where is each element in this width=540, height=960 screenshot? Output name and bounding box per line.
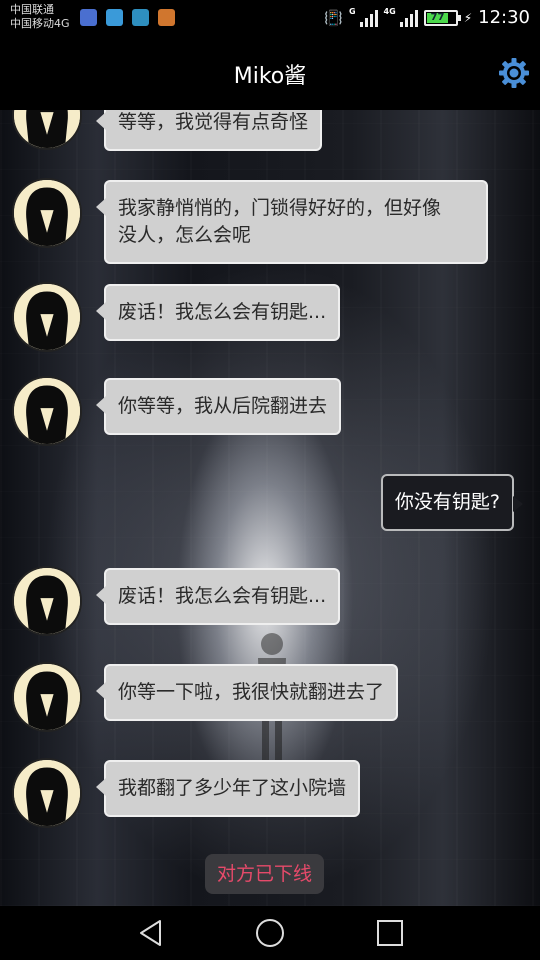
gear-icon: [499, 58, 529, 88]
title-bar: Miko酱: [0, 36, 540, 110]
message-bubble[interactable]: 废话！我怎么会有钥匙...: [95, 568, 341, 625]
battery-icon: 77: [423, 9, 461, 26]
carrier-1: 中国联通: [10, 3, 54, 16]
message-bubble[interactable]: 等等，我觉得有点奇怪: [95, 110, 323, 151]
message-bubble[interactable]: 你等一下啦，我很快就翻进去了: [95, 664, 399, 721]
back-triangle-icon[interactable]: [136, 918, 166, 948]
message-bubble[interactable]: 你等等，我从后院翻进去: [95, 378, 342, 435]
status-bar: 中国联通 中国移动4G 📳 G 4G 77 ⚡ 12:30: [0, 0, 540, 36]
battery-level: 77: [426, 12, 449, 23]
recents-square-icon[interactable]: [375, 918, 405, 948]
home-circle-icon[interactable]: [255, 918, 285, 948]
message-icon: [106, 9, 123, 26]
notification-icons: [80, 9, 175, 26]
contact-avatar[interactable]: [12, 178, 82, 248]
contact-avatar[interactable]: [12, 662, 82, 732]
settings-button[interactable]: [498, 57, 530, 89]
carrier-info: 中国联通 中国移动4G: [10, 3, 70, 31]
message-bubble[interactable]: 我家静悄悄的，门锁得好好的，但好像 没人，怎么会呢: [96, 180, 488, 264]
message-bubble[interactable]: 我都翻了多少年了这小院墙: [95, 760, 361, 817]
message-bubble[interactable]: 废话！我怎么会有钥匙...: [95, 284, 341, 341]
charging-icon: ⚡: [463, 10, 473, 25]
clock: 12:30: [478, 7, 530, 28]
contact-avatar[interactable]: [12, 282, 82, 352]
navigation-bar: [0, 906, 540, 960]
contact-avatar[interactable]: [12, 376, 82, 446]
contact-avatar[interactable]: [12, 758, 82, 828]
chat-title: Miko酱: [233, 64, 307, 89]
signal-icon-2: [399, 9, 418, 27]
my-message-bubble[interactable]: 你没有钥匙?: [380, 474, 524, 531]
network-g-label: G: [348, 7, 356, 16]
weibo-icon: [158, 9, 175, 26]
gallery-icon: [132, 9, 149, 26]
network-4g-label: 4G: [383, 7, 396, 16]
signal-icon-1: [359, 9, 378, 27]
chat-area[interactable]: 等等，我觉得有点奇怪 我家静悄悄的，门锁得好好的，但好像 没人，怎么会呢 废话！…: [0, 110, 540, 906]
contact-avatar[interactable]: [12, 566, 82, 636]
offline-notice: 对方已下线: [205, 854, 325, 894]
vibrate-icon: 📳: [324, 8, 343, 27]
carrier-2: 中国移动4G: [10, 17, 70, 30]
status-right: 📳 G 4G 77 ⚡ 12:30: [324, 7, 530, 28]
qq-icon: [80, 9, 97, 26]
